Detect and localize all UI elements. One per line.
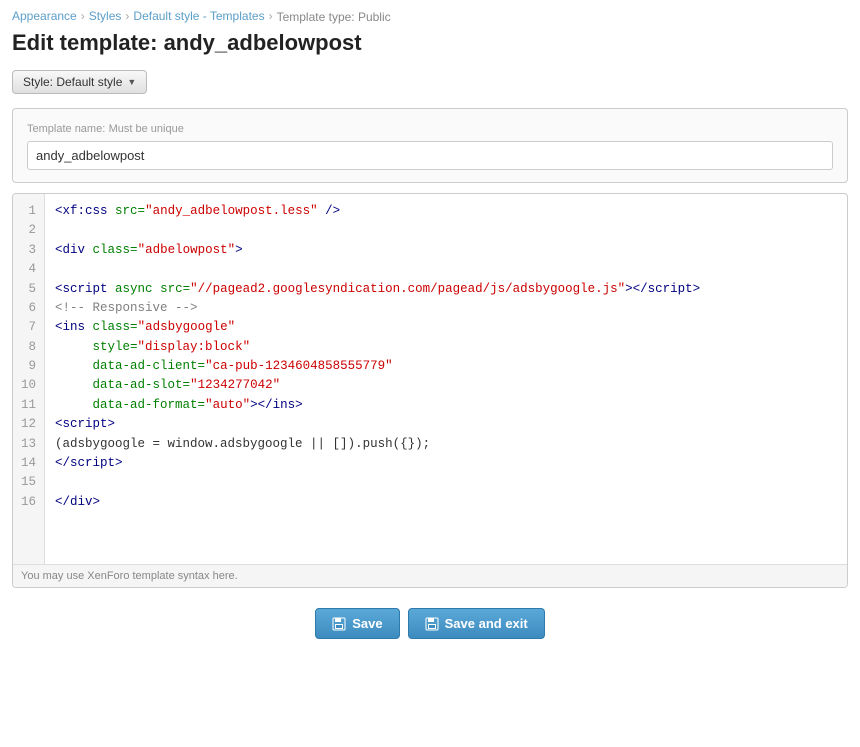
breadcrumb-sep-2: › [125,9,129,23]
code-line [55,260,837,279]
style-button-label: Style: Default style [23,75,122,89]
code-line: data-ad-slot="1234277042" [55,376,837,395]
line-number: 5 [21,280,36,299]
line-number: 9 [21,357,36,376]
line-number: 13 [21,435,36,454]
code-line: data-ad-format="auto"></ins> [55,396,837,415]
line-number: 8 [21,338,36,357]
code-line: <script async src="//pagead2.googlesyndi… [55,280,837,299]
breadcrumb-sep-3: › [269,9,273,23]
save-button-label: Save [352,616,382,631]
save-exit-button-label: Save and exit [445,616,528,631]
code-line [55,221,837,240]
code-line: <div class="adbelowpost"> [55,241,837,260]
line-number: 1 [21,202,36,221]
footer-buttons: Save Save and exit [12,608,848,639]
template-name-input[interactable] [27,141,833,170]
code-line: </div> [55,493,837,512]
line-number: 2 [21,221,36,240]
breadcrumb-templates[interactable]: Default style - Templates [133,9,264,23]
code-line: </script> [55,454,837,473]
line-numbers: 12345678910111213141516 [13,194,45,564]
floppy-exit-icon [425,617,439,631]
line-number: 11 [21,396,36,415]
chevron-down-icon: ▼ [127,77,136,87]
code-line: <xf:css src="andy_adbelowpost.less" /> [55,202,837,221]
line-number: 14 [21,454,36,473]
style-dropdown-button[interactable]: Style: Default style ▼ [12,70,147,94]
line-number: 3 [21,241,36,260]
save-and-exit-button[interactable]: Save and exit [408,608,545,639]
code-line: style="display:block" [55,338,837,357]
floppy-icon [332,617,346,631]
line-number: 4 [21,260,36,279]
breadcrumb-appearance[interactable]: Appearance [12,9,77,23]
code-line: <script> [55,415,837,434]
breadcrumb-sep-1: › [81,9,85,23]
code-content[interactable]: <xf:css src="andy_adbelowpost.less" /> <… [45,194,847,564]
editor-hint: You may use XenForo template syntax here… [13,564,847,587]
code-line: <!-- Responsive --> [55,299,837,318]
breadcrumb-styles[interactable]: Styles [89,9,122,23]
code-line: data-ad-client="ca-pub-1234604858555779" [55,357,837,376]
code-line [55,473,837,492]
line-number: 7 [21,318,36,337]
code-line: (adsbygoogle = window.adsbygoogle || [])… [55,435,837,454]
line-number: 15 [21,473,36,492]
code-editor[interactable]: 12345678910111213141516 <xf:css src="and… [13,194,847,564]
template-type: Template type: Public [277,10,391,24]
template-name-label: Template name: Must be unique [27,121,833,135]
line-number: 12 [21,415,36,434]
save-button[interactable]: Save [315,608,399,639]
page-title: Edit template: andy_adbelowpost [12,30,848,56]
line-number: 6 [21,299,36,318]
line-number: 10 [21,376,36,395]
code-line: <ins class="adsbygoogle" [55,318,837,337]
line-number: 16 [21,493,36,512]
breadcrumb: Appearance › Styles › Default style - Te… [12,8,848,24]
code-editor-wrapper: 12345678910111213141516 <xf:css src="and… [12,193,848,588]
template-name-section: Template name: Must be unique [12,108,848,183]
